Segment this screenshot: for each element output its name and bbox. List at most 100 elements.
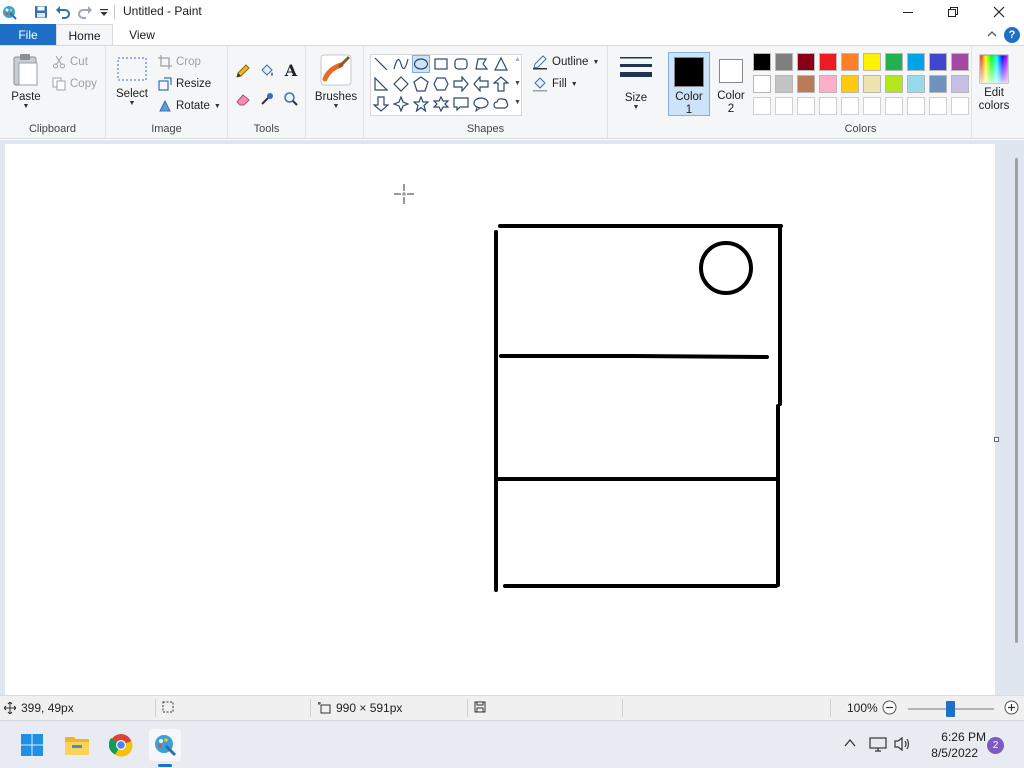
fill-bucket-icon[interactable] [258,62,276,80]
rotate-button[interactable]: Rotate ▼ [158,97,221,115]
outline-dropdown-caret[interactable]: ▼ [592,59,599,66]
palette-swatch[interactable] [819,97,837,115]
minimize-button[interactable] [885,0,931,24]
customize-quick-access-icon[interactable] [95,3,113,21]
shape-down-arrow-icon[interactable] [372,95,390,113]
zoom-in-button[interactable] [1004,700,1019,715]
shape-left-arrow-icon[interactable] [472,75,490,93]
palette-swatch[interactable] [841,97,859,115]
palette-swatch[interactable] [907,97,925,115]
paste-button[interactable]: Paste ▼ [6,53,46,110]
shape-rounded-rectangle-icon[interactable] [452,55,470,73]
shape-curve-icon[interactable] [392,55,410,73]
help-icon[interactable]: ? [1004,27,1020,43]
palette-swatch[interactable] [863,53,881,71]
shape-polygon-icon[interactable] [472,55,490,73]
palette-swatch[interactable] [951,97,969,115]
shape-right-triangle-icon[interactable] [372,75,390,93]
fill-button[interactable]: Fill ▼ [532,75,578,93]
clock-date[interactable]: 8/5/2022 [926,746,978,760]
palette-swatch[interactable] [797,75,815,93]
shape-four-point-star-icon[interactable] [392,95,410,113]
palette-swatch[interactable] [819,75,837,93]
shape-oval-icon[interactable] [412,55,430,73]
chrome-icon[interactable] [105,729,137,761]
size-dropdown-caret[interactable]: ▼ [633,104,640,111]
palette-swatch[interactable] [863,97,881,115]
palette-swatch[interactable] [797,53,815,71]
eraser-icon[interactable] [234,90,252,108]
color1-button[interactable]: Color 1 [668,52,710,116]
network-icon[interactable] [869,736,887,755]
save-icon[interactable] [32,3,50,21]
palette-swatch[interactable] [775,53,793,71]
file-explorer-icon[interactable] [61,729,93,761]
shape-five-point-star-icon[interactable] [412,95,430,113]
shape-up-arrow-icon[interactable] [492,75,510,93]
color2-button[interactable]: Color 2 [712,52,750,116]
palette-swatch[interactable] [753,75,771,93]
palette-swatch[interactable] [907,53,925,71]
notification-badge[interactable]: 2 [987,737,1004,754]
collapse-ribbon-icon[interactable] [985,26,999,42]
palette-swatch[interactable] [885,97,903,115]
palette-swatch[interactable] [775,97,793,115]
palette-swatch[interactable] [775,75,793,93]
maximize-button[interactable] [930,0,976,24]
paint-taskbar-icon[interactable] [149,729,181,761]
tab-view[interactable]: View [116,24,168,46]
clock-time[interactable]: 6:26 PM [926,730,986,744]
palette-swatch[interactable] [951,53,969,71]
shape-right-arrow-icon[interactable] [452,75,470,93]
magnifier-icon[interactable] [282,90,300,108]
zoom-slider-thumb[interactable] [946,701,955,717]
vertical-scrollbar[interactable] [1012,148,1020,688]
shape-triangle-icon[interactable] [492,55,510,73]
palette-swatch[interactable] [907,75,925,93]
cut-button[interactable]: Cut [52,53,88,71]
palette-swatch[interactable] [929,53,947,71]
palette-swatch[interactable] [885,75,903,93]
paint-app-icon[interactable] [0,3,18,21]
palette-swatch[interactable] [819,53,837,71]
brushes-dropdown-caret[interactable]: ▼ [333,103,340,110]
crop-button[interactable]: Crop [158,53,201,71]
shapes-expand-icon[interactable]: ▼ [514,99,521,106]
brushes-button[interactable]: Brushes ▼ [314,53,358,110]
paste-dropdown-caret[interactable]: ▼ [23,103,30,110]
size-button[interactable]: Size ▼ [616,54,656,111]
select-dropdown-caret[interactable]: ▼ [129,100,136,107]
shape-rectangle-icon[interactable] [432,55,450,73]
drawing-canvas[interactable] [5,144,995,695]
redo-icon[interactable] [76,3,94,21]
edit-colors-button[interactable]: Edit colors [974,54,1014,113]
color-picker-icon[interactable] [258,90,276,108]
shapes-scroll-up-icon[interactable]: ▲ [514,56,521,63]
canvas-resize-handle[interactable] [994,437,999,442]
shape-cloud-callout-icon[interactable] [492,95,510,113]
shape-diamond-icon[interactable] [392,75,410,93]
fill-dropdown-caret[interactable]: ▼ [571,81,578,88]
shape-six-point-star-icon[interactable] [432,95,450,113]
palette-swatch[interactable] [753,53,771,71]
palette-swatch[interactable] [885,53,903,71]
vertical-scrollbar-thumb[interactable] [1015,158,1018,643]
zoom-out-button[interactable] [882,700,897,715]
palette-swatch[interactable] [753,97,771,115]
close-button[interactable] [976,0,1022,24]
palette-swatch[interactable] [863,75,881,93]
palette-swatch[interactable] [929,97,947,115]
shape-pentagon-icon[interactable] [412,75,430,93]
resize-button[interactable]: Resize [158,75,211,93]
shape-rect-callout-icon[interactable] [452,95,470,113]
pencil-icon[interactable] [234,62,252,80]
palette-swatch[interactable] [797,97,815,115]
shapes-scroll-down-icon[interactable]: ▼ [514,80,521,87]
show-hidden-icons-icon[interactable] [843,736,857,753]
palette-swatch[interactable] [841,75,859,93]
windows-start-icon[interactable] [16,729,48,761]
outline-button[interactable]: Outline ▼ [532,53,599,71]
rotate-dropdown-caret[interactable]: ▼ [214,103,221,110]
shape-line-icon[interactable] [372,55,390,73]
volume-icon[interactable] [894,736,912,755]
